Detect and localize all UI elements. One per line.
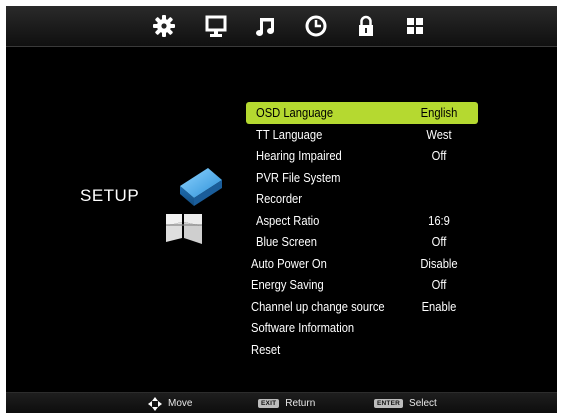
clock-icon [305,15,327,37]
gear-icon [153,15,175,37]
hint-move-label: Move [168,398,193,409]
menu-item-label: Hearing Impaired [256,148,342,163]
menu-item-tt-language[interactable]: TT Language West [246,124,478,146]
menu-item-value: 16:9 [428,212,450,228]
menu-item-label: Blue Screen [256,234,317,249]
menu-item-value: West [426,126,452,142]
menu-item-hearing-impaired[interactable]: Hearing Impaired Off [246,145,478,167]
menu-item-channel-up-change-source[interactable]: Channel up change source Enable [246,296,478,318]
enter-key-icon: ENTER [374,399,404,408]
menu-tab-bar [6,6,557,47]
menu-item-auto-power-on[interactable]: Auto Power On Disable [246,253,478,275]
move-arrows-icon [148,396,162,411]
hint-select: ENTER Select [374,393,437,413]
tab-apps[interactable] [401,12,429,40]
menu-item-value: Off [431,234,447,249]
menu-item-value: Off [431,148,447,163]
menu-item-label: PVR File System [256,169,341,185]
menu-item-osd-language[interactable]: OSD Language English [246,102,478,124]
menu-item-pvr-file-system[interactable]: PVR File System [246,167,478,189]
menu-item-value: Disable [420,255,458,271]
hint-return-label: Return [285,398,316,409]
menu-item-label: Energy Saving [251,277,324,292]
menu-item-label: Aspect Ratio [256,212,320,228]
tab-picture[interactable] [202,12,230,40]
tab-lock[interactable] [352,12,380,40]
setup-tiles-icon [166,168,222,244]
lock-icon [359,15,373,36]
menu-item-energy-saving[interactable]: Energy Saving Off [246,274,478,296]
menu-item-recorder[interactable]: Recorder [246,188,478,210]
menu-item-value: Off [431,277,447,292]
hint-return: EXIT Return [258,393,315,413]
grid-icon [407,18,423,34]
menu-item-label: TT Language [256,126,323,142]
menu-item-value: English [420,105,458,120]
menu-item-label: Software Information [251,320,355,335]
setup-menu-list: OSD Language English TT Language West He… [246,102,478,360]
music-note-icon [256,18,274,36]
tab-time[interactable] [302,12,330,40]
menu-item-reset[interactable]: Reset [246,339,478,361]
menu-item-label: Auto Power On [251,255,327,271]
exit-key-icon: EXIT [258,399,280,408]
tab-setup[interactable] [150,12,178,40]
hint-move: Move [148,393,192,413]
menu-item-software-information[interactable]: Software Information [246,317,478,339]
tab-sound[interactable] [252,12,280,40]
menu-item-aspect-ratio[interactable]: Aspect Ratio 16:9 [246,210,478,232]
menu-item-blue-screen[interactable]: Blue Screen Off [246,231,478,253]
menu-item-label: Recorder [256,191,302,206]
menu-item-value: Enable [421,298,457,314]
menu-item-label: Reset [251,341,281,357]
menu-item-label: Channel up change source [251,298,385,314]
menu-item-label: OSD Language [256,105,334,120]
hint-select-label: Select [409,398,437,409]
section-title: SETUP [80,186,140,205]
tv-osd-screen: SETUP OSD Language English TT Language W… [6,6,557,413]
monitor-icon [205,15,227,37]
help-bar: Move EXIT Return ENTER Select [6,392,557,413]
